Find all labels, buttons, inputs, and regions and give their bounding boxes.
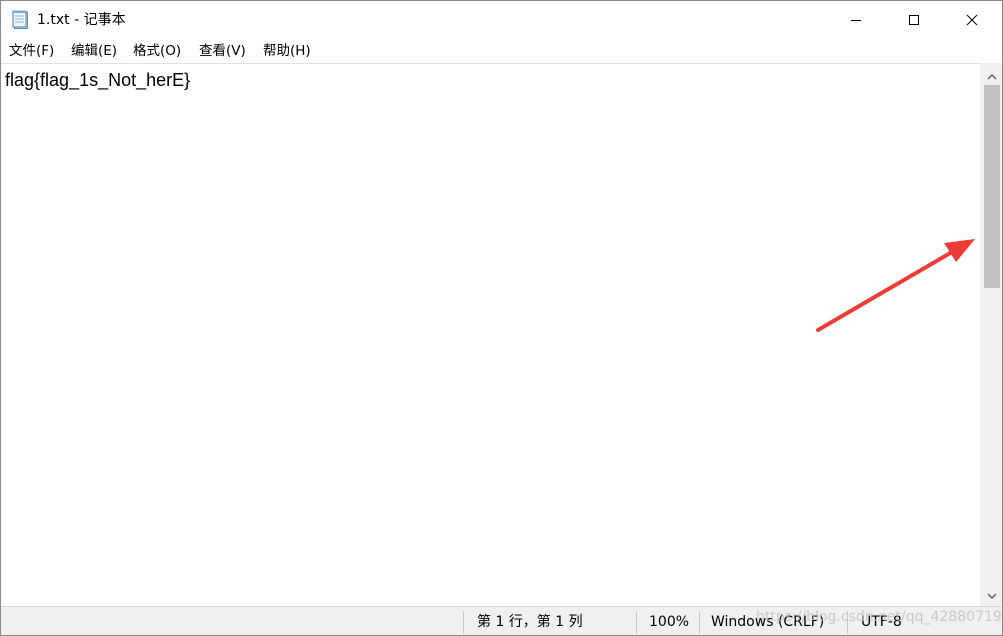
menu-edit[interactable]: 编辑(E) [71,42,117,60]
menu-help[interactable]: 帮助(H) [263,42,311,60]
close-icon [966,11,978,30]
text-editor-area[interactable]: flag{flag_1s_Not_herE} [1,63,980,607]
chevron-up-icon [987,66,997,85]
menu-bar: 文件(F) 编辑(E) 格式(O) 查看(V) 帮助(H) [1,39,1002,63]
maximize-icon [908,11,920,30]
menu-view[interactable]: 查看(V) [199,42,246,60]
editor-content[interactable]: flag{flag_1s_Not_herE} [5,68,190,92]
close-button[interactable] [943,1,1001,39]
title-bar[interactable]: 1.txt - 记事本 [1,1,1002,39]
watermark: https://blog.csdn.net/qq_42880719 [756,609,1002,625]
status-divider [636,611,637,633]
vertical-scrollbar[interactable] [980,63,1002,606]
status-divider [463,611,464,633]
notepad-icon [12,10,29,30]
scroll-down-button[interactable] [981,584,1002,604]
minimize-button[interactable] [827,1,885,39]
zoom-level: 100% [649,614,690,630]
scroll-up-button[interactable] [981,65,1002,85]
notepad-window: 1.txt - 记事本 文件(F) 编辑(E) 格式(O) 查看(V) 帮助(H… [0,0,1003,636]
chevron-down-icon [987,585,997,604]
cursor-position: 第 1 行，第 1 列 [477,614,583,630]
minimize-icon [850,11,862,30]
scroll-thumb[interactable] [984,85,1000,288]
menu-format[interactable]: 格式(O) [133,42,181,60]
status-divider [699,611,700,633]
menu-file[interactable]: 文件(F) [9,42,54,60]
maximize-button[interactable] [885,1,943,39]
window-title: 1.txt - 记事本 [37,12,126,28]
